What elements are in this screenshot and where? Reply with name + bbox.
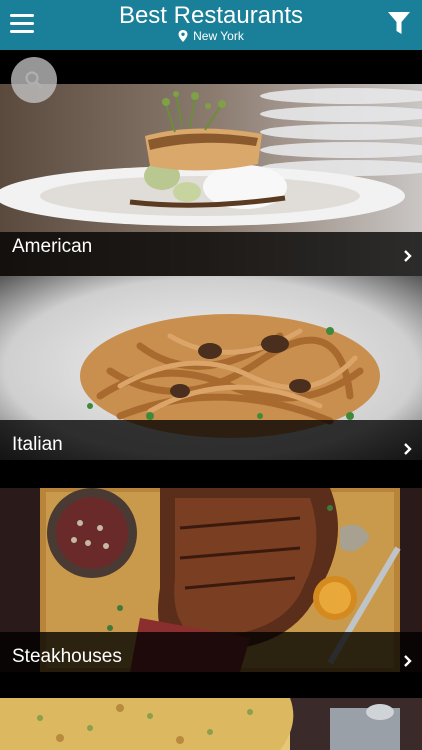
chevron-right-icon [404,250,412,262]
card-separator [0,460,422,488]
chevron-right-icon [404,655,412,667]
category-card-partial[interactable] [0,698,422,750]
map-pin-icon [178,30,188,42]
category-card-italian[interactable]: Italian [0,276,422,460]
category-label: Steakhouses [12,646,122,667]
category-label: American [12,236,93,257]
location-label: New York [193,29,244,43]
category-label-bar: Italian [0,420,422,460]
chevron-right-icon [404,443,412,455]
search-icon [25,71,43,89]
menu-icon[interactable] [10,14,34,34]
category-label: Italian [12,434,63,455]
header-bar: Best Restaurants New York [0,0,422,50]
top-spacer [0,50,422,84]
category-label-bar: American [0,232,422,276]
page-title: Best Restaurants [118,2,304,29]
card-separator [0,672,422,698]
category-card-american[interactable]: American [0,84,422,276]
quiche-food-image [0,698,422,750]
header-title-group: Best Restaurants New York [60,3,362,47]
category-label-bar: Steakhouses [0,632,422,672]
category-card-steakhouses[interactable]: Steakhouses [0,488,422,672]
location-row[interactable]: New York [178,29,244,43]
search-button[interactable] [11,57,57,103]
filter-icon[interactable] [387,10,411,36]
